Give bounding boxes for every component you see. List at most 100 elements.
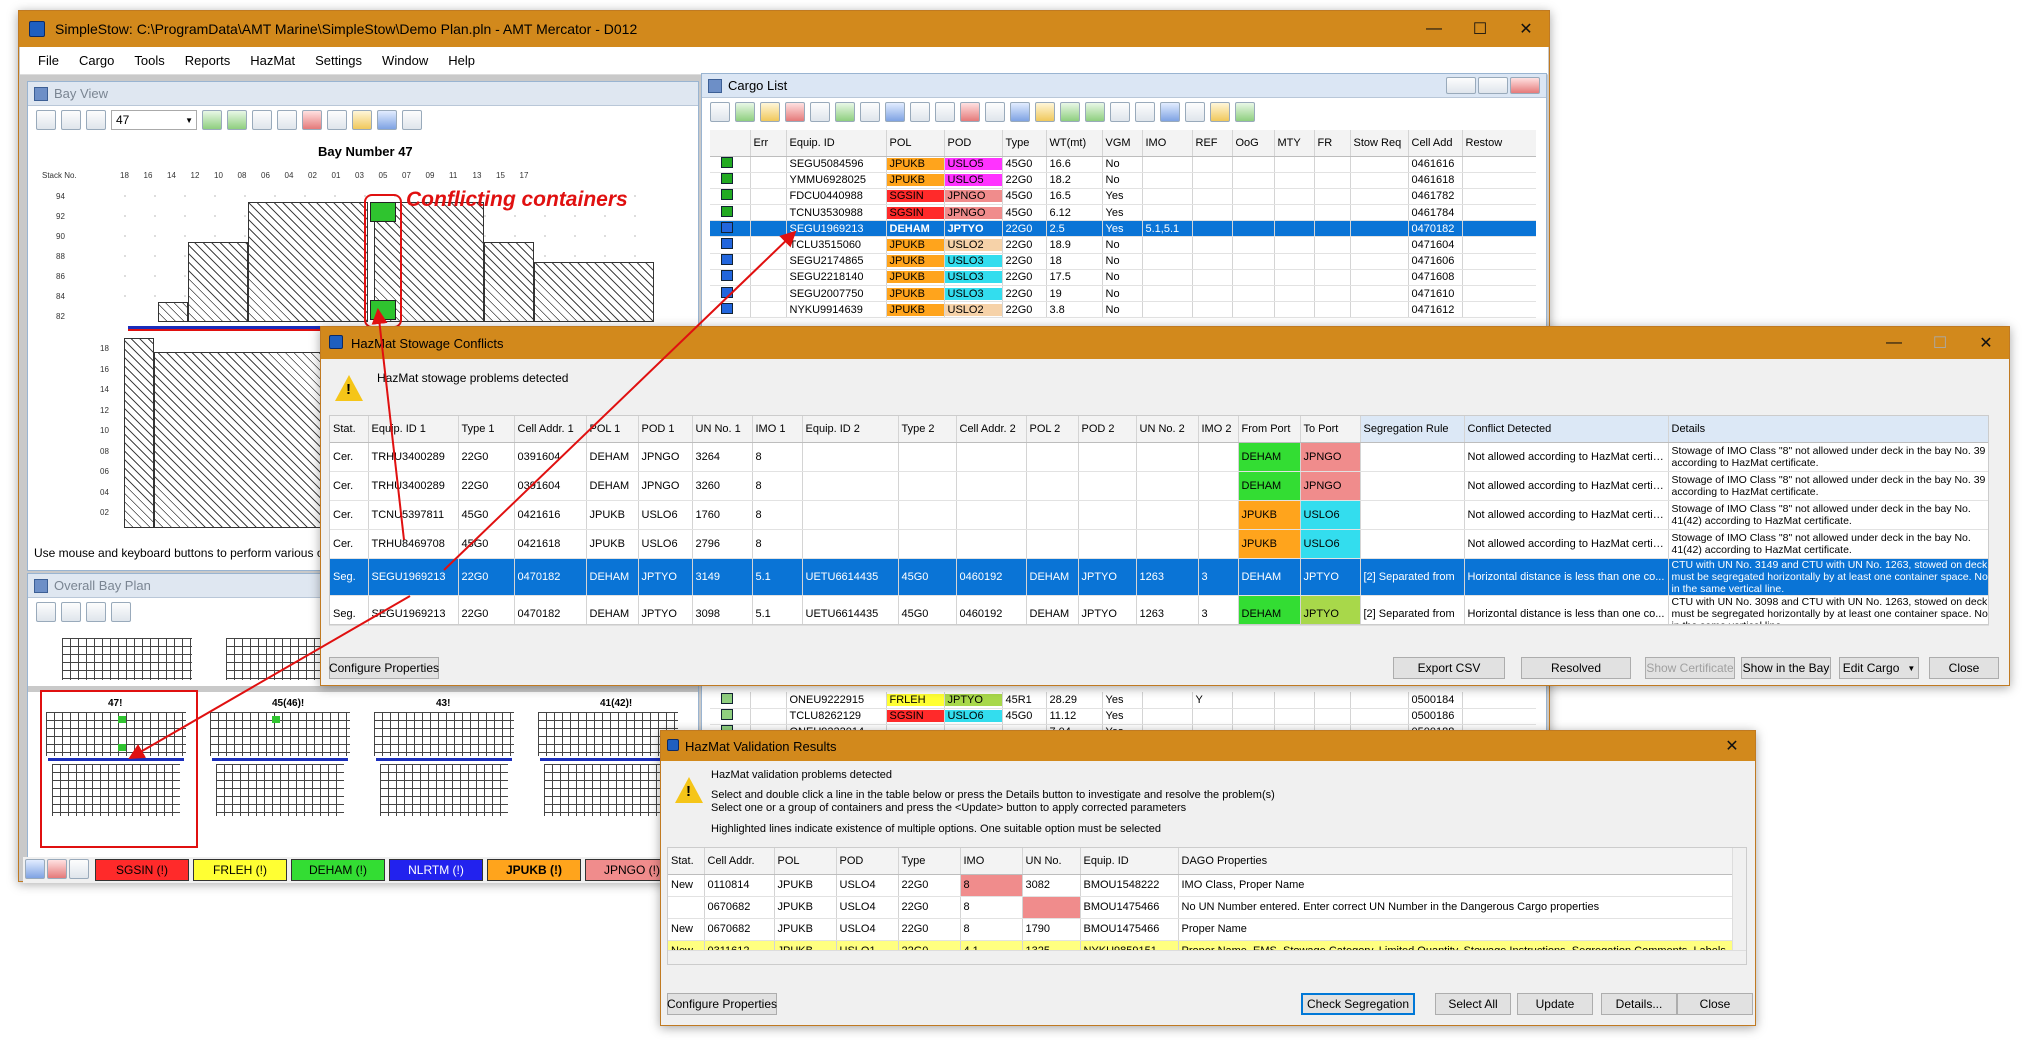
cargo-tool-22-icon[interactable] [1235,102,1255,122]
ob-zoom-out-icon[interactable] [86,602,106,622]
conflict-col-header[interactable]: IMO 2 [1198,416,1239,443]
conflict-row[interactable]: Cer. TRHU3400289 22G0 0391604 DEHAM JPNGO 3264… [330,442,1988,472]
port-legend-item[interactable]: JPUKB (!) [487,859,581,881]
cargo-tool-3-icon[interactable] [760,102,780,122]
configure-properties-button[interactable]: Configure Properties [329,657,439,679]
validation-close-icon[interactable]: ✕ [1709,731,1755,761]
cargo-tool-4-icon[interactable] [785,102,805,122]
cargo-col-header[interactable]: Restow [1462,130,1536,157]
conflict-col-header[interactable]: UN No. 2 [1136,416,1199,443]
close-icon[interactable]: ✕ [1503,11,1549,47]
legend-icon-2[interactable] [47,859,67,879]
cargo-tool-20-icon[interactable] [1185,102,1205,122]
cargo-row[interactable]: YMMU6928025 JPUKB USLO5 22G0 18.2 No 0461618 [710,172,1536,189]
conflict-col-header[interactable]: Type 2 [898,416,957,443]
conflict-row[interactable]: Seg. SEGU1969213 22G0 0470182 DEHAM JPTYO 3098… [330,595,1988,624]
validation-close-button[interactable]: Close [1677,993,1753,1015]
zoom-in-icon[interactable] [61,110,81,130]
show-certificate-button[interactable]: Show Certificate [1645,657,1735,679]
cargo-row[interactable]: TCNU3530988 SGSIN JPNGO 45G0 6.12 Yes 0461784 [710,204,1536,222]
conflict-row[interactable]: Seg. SEGU1969213 22G0 0470182 DEHAM JPTYO 3149… [330,558,1988,596]
conflicts-close-icon[interactable]: ✕ [1963,327,2009,359]
show-in-bay-button[interactable]: Show in the Bay [1741,657,1831,679]
cargo-tool-18-icon[interactable] [1135,102,1155,122]
cargo-row[interactable]: SEGU2218140 JPUKB USLO3 22G0 17.5 No 0471608 [710,269,1536,287]
validation-col-header[interactable]: Cell Addr. [704,848,775,875]
cargo-col-header[interactable]: Type [1002,130,1047,157]
conflict-col-header[interactable]: POD 2 [1078,416,1137,443]
cargo-row[interactable]: FDCU0440988 SGSIN JPNGO 45G0 16.5 Yes 0461782 [710,188,1536,206]
validation-row[interactable]: New 0670682 JPUKB USLO4 22G0 8 1790 BMOU1475466… [668,918,1735,941]
cargo-col-header[interactable]: Equip. ID [786,130,887,157]
conflict-col-header[interactable]: Cell Addr. 1 [514,416,587,443]
cargo-tool-8-icon[interactable] [885,102,905,122]
update-button[interactable]: Update [1517,993,1593,1015]
maximize-icon[interactable]: ☐ [1457,11,1503,47]
validation-row[interactable]: New 0110814 JPUKB USLO4 22G0 8 3082 BMOU1548222… [668,874,1735,897]
cargo-col-header[interactable]: MTY [1274,130,1315,157]
conflict-col-header[interactable]: Cell Addr. 2 [956,416,1027,443]
cargo-tool-16-icon[interactable] [1085,102,1105,122]
cargo-tool-9-icon[interactable] [910,102,930,122]
bay-number-select[interactable]: 47 ▼ [111,110,197,130]
select-all-button[interactable]: Select All [1435,993,1511,1015]
validation-col-header[interactable]: Equip. ID [1080,848,1179,875]
conflict-col-header[interactable]: POL 1 [586,416,639,443]
delete-tool-icon[interactable] [302,110,322,130]
cargo-row[interactable]: TCLU3515060 JPUKB USLO2 22G0 18.9 No 0471604 [710,236,1536,254]
menu-help[interactable]: Help [438,53,485,68]
check-segregation-button[interactable]: Check Segregation [1301,993,1415,1015]
conflicts-hscroll[interactable] [329,625,1989,639]
conflict-col-header[interactable]: IMO 1 [752,416,803,443]
validation-row[interactable]: 0670682 JPUKB USLO4 22G0 8 BMOU1475466 No UN N… [668,896,1735,919]
conflict-col-header[interactable]: POD 1 [638,416,693,443]
cargo-tool-5-icon[interactable] [810,102,830,122]
cargo-col-header[interactable]: IMO [1142,130,1193,157]
conflict-col-header[interactable]: To Port [1300,416,1361,443]
validation-col-header[interactable]: POD [836,848,899,875]
cargo-list-restore-icon[interactable] [1478,77,1508,94]
cargo-row[interactable]: TCLU8262129 SGSIN USLO6 45G0 11.12 Yes 0500186 [710,708,1536,725]
cargo-col-header[interactable]: Cell Add [1408,130,1463,157]
legend-icon-3[interactable] [69,859,89,879]
tf-tool-icon[interactable] [327,110,347,130]
cargo-tool-7-icon[interactable] [860,102,880,122]
cargo-tool-17-icon[interactable] [1110,102,1130,122]
conflict-col-header[interactable]: Equip. ID 2 [802,416,899,443]
menu-cargo[interactable]: Cargo [69,53,124,68]
zoom-out-icon[interactable] [86,110,106,130]
export-csv-button[interactable]: Export CSV [1393,657,1505,679]
cargo-tool-21-icon[interactable] [1210,102,1230,122]
conflict-col-header[interactable]: Conflict Detected [1464,416,1669,443]
menu-file[interactable]: File [28,53,69,68]
cargo-tool-19-icon[interactable] [1160,102,1180,122]
validation-configure-button[interactable]: Configure Properties [667,993,777,1015]
conflict-row[interactable]: Cer. TRHU8469708 45G0 0421618 JPUKB USLO6 2796… [330,529,1988,559]
conflict-col-header[interactable]: Details [1668,416,1988,443]
cargo-col-header[interactable]: POL [886,130,945,157]
cargo-list-close-icon[interactable] [1510,77,1540,94]
cargo-col-header[interactable]: WT(mt) [1046,130,1103,157]
cargo-tool-6-icon[interactable] [835,102,855,122]
minimize-icon[interactable]: — [1411,11,1457,47]
conflict-col-header[interactable]: UN No. 1 [692,416,753,443]
resolved-button[interactable]: Resolved [1521,657,1631,679]
menu-reports[interactable]: Reports [175,53,241,68]
validation-hscroll[interactable] [668,950,1746,964]
port-legend-item[interactable]: SGSIN (!) [95,859,189,881]
conflict-col-header[interactable]: POL 2 [1026,416,1079,443]
conflict-col-header[interactable]: Segregation Rule [1360,416,1465,443]
ob-filter-tool-icon[interactable] [111,602,131,622]
conflict-col-header[interactable]: Stat. [330,416,369,443]
cargo-tool-14-icon[interactable] [1035,102,1055,122]
cargo-row[interactable]: SEGU5084596 JPUKB USLO5 45G0 16.6 No 0461616 [710,156,1536,173]
cargo-col-header[interactable]: REF [1192,130,1233,157]
cargo-row[interactable]: SEGU2174865 JPUKB USLO3 22G0 18 No 0471606 [710,253,1536,270]
conflict-col-header[interactable]: Equip. ID 1 [368,416,459,443]
cargo-col-header[interactable]: FR [1314,130,1351,157]
filter-tool-icon[interactable] [402,110,422,130]
conflict-row[interactable]: Cer. TRHU3400289 22G0 0391604 DEHAM JPNGO 3260… [330,471,1988,501]
conflicts-maximize-icon[interactable]: ☐ [1917,327,1963,359]
cargo-col-header[interactable]: POD [944,130,1003,157]
edit-cargo-button[interactable]: Edit Cargo ▼ [1839,657,1919,679]
